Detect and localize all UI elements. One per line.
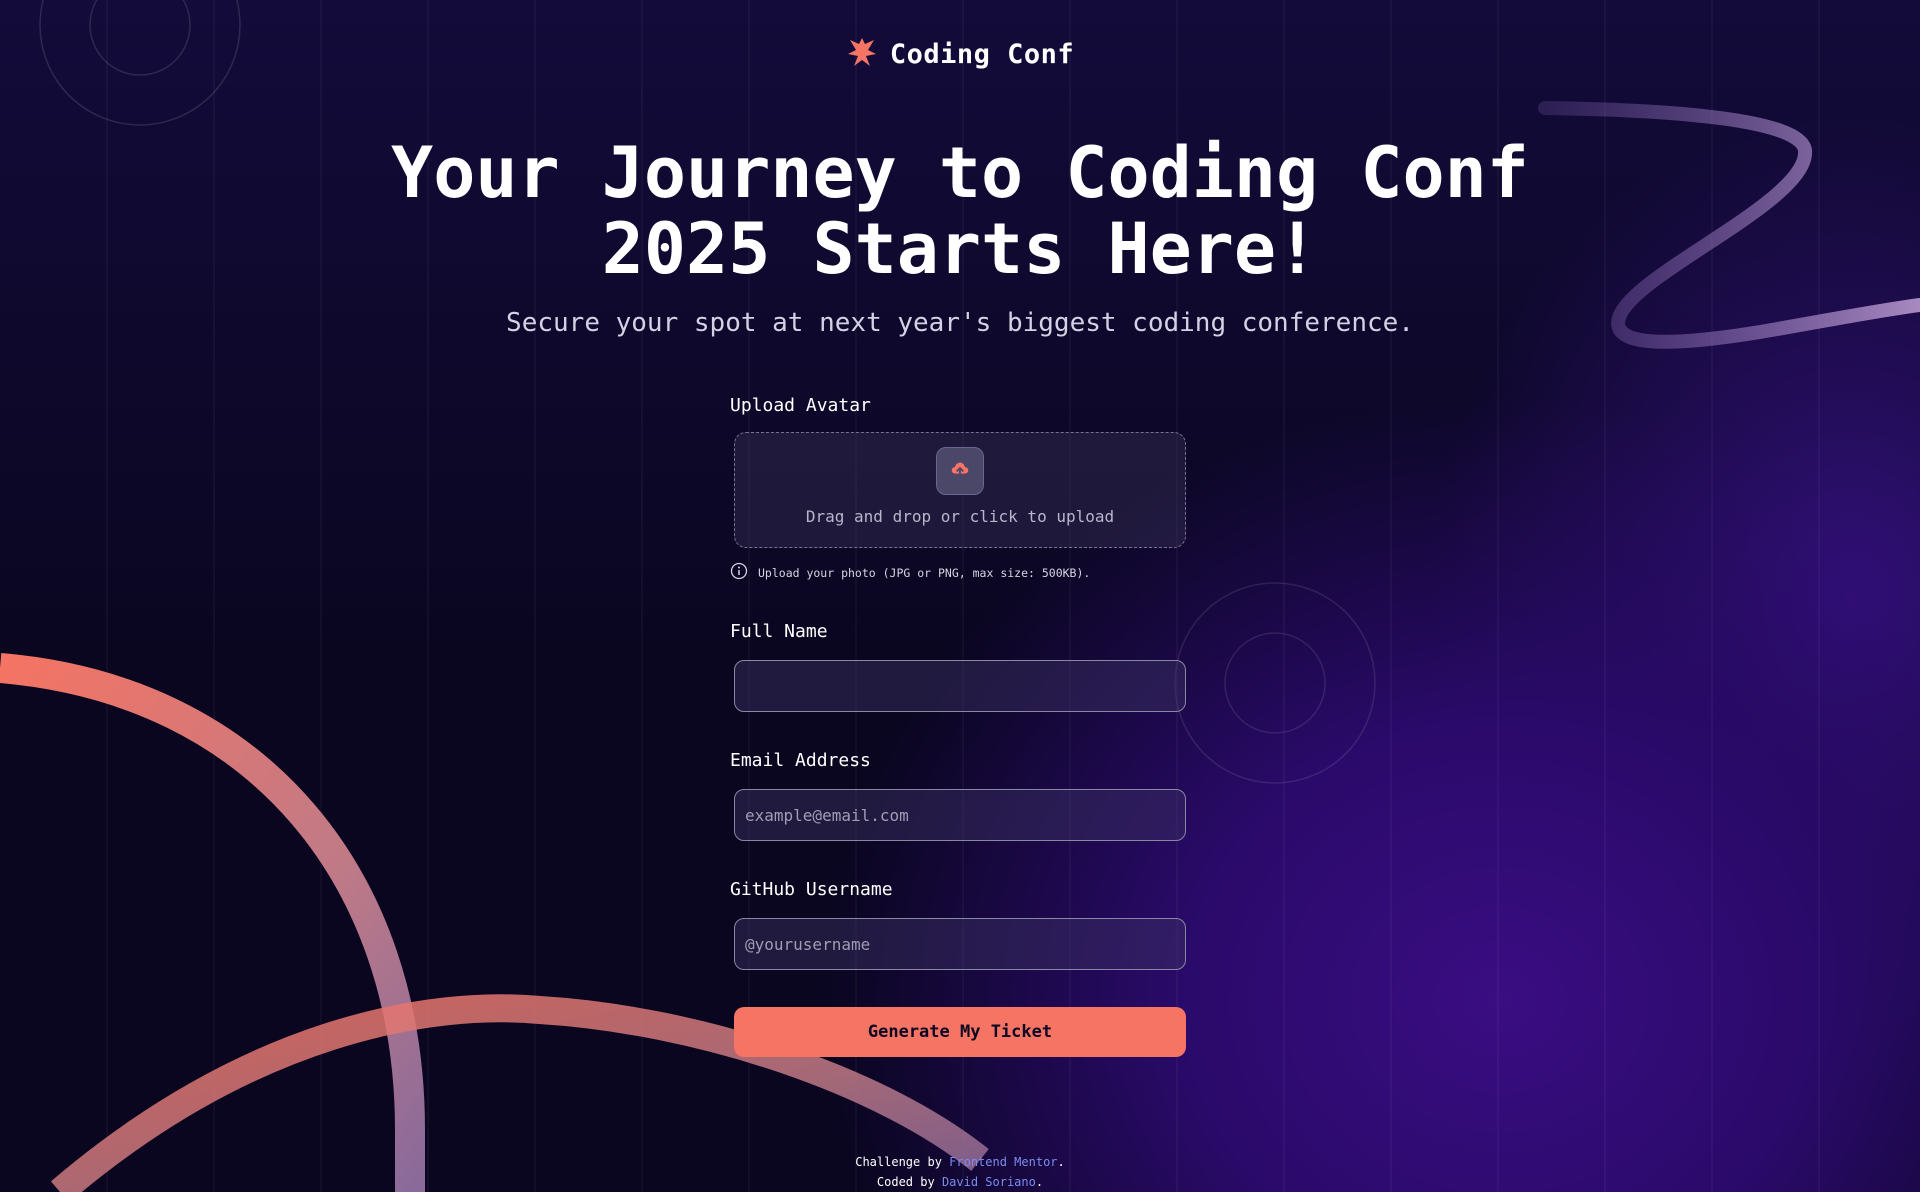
dropzone-text: Drag and drop or click to upload	[805, 507, 1115, 526]
avatar-upload-dropzone[interactable]: Drag and drop or click to upload	[734, 432, 1186, 548]
upload-hint: Upload your photo (JPG or PNG, max size:…	[730, 562, 1190, 583]
upload-avatar-label: Upload Avatar	[730, 395, 871, 416]
period-text: .	[1057, 1155, 1065, 1169]
github-username-input[interactable]	[734, 918, 1186, 970]
email-input[interactable]	[734, 789, 1186, 841]
full-name-input[interactable]	[734, 660, 1186, 712]
attribution-line-1: Challenge by Frontend Mentor.	[0, 1152, 1920, 1172]
attribution-footer: Challenge by Frontend Mentor. Coded by D…	[0, 1152, 1920, 1192]
email-label: Email Address	[730, 750, 871, 771]
hero-subtitle: Secure your spot at next year's biggest …	[506, 308, 1414, 338]
coded-by-text: Coded by	[876, 1175, 942, 1189]
upload-hint-text: Upload your photo (JPG or PNG, max size:…	[758, 565, 1091, 580]
full-name-label: Full Name	[730, 621, 828, 642]
github-username-label: GitHub Username	[730, 879, 893, 900]
upload-cloud-icon	[949, 458, 971, 484]
generate-ticket-button[interactable]: Generate My Ticket	[734, 1007, 1186, 1057]
coding-conf-logo-icon	[846, 36, 878, 72]
period-text: .	[1035, 1175, 1044, 1189]
info-icon	[730, 562, 748, 583]
site-header: Coding Conf	[0, 36, 1920, 72]
frontend-mentor-link[interactable]: Frontend Mentor	[949, 1155, 1057, 1169]
attribution-line-2: Coded by David Soriano.	[0, 1172, 1920, 1192]
ticket-form: Upload Avatar Drag and drop or click to …	[730, 395, 1190, 1057]
upload-icon-box	[936, 447, 984, 495]
brand-name: Coding Conf	[889, 38, 1075, 70]
author-link[interactable]: David Soriano	[942, 1175, 1036, 1189]
hero-title: Your Journey to Coding Conf 2025 Starts …	[391, 132, 1529, 290]
challenge-by-text: Challenge by	[855, 1155, 950, 1169]
